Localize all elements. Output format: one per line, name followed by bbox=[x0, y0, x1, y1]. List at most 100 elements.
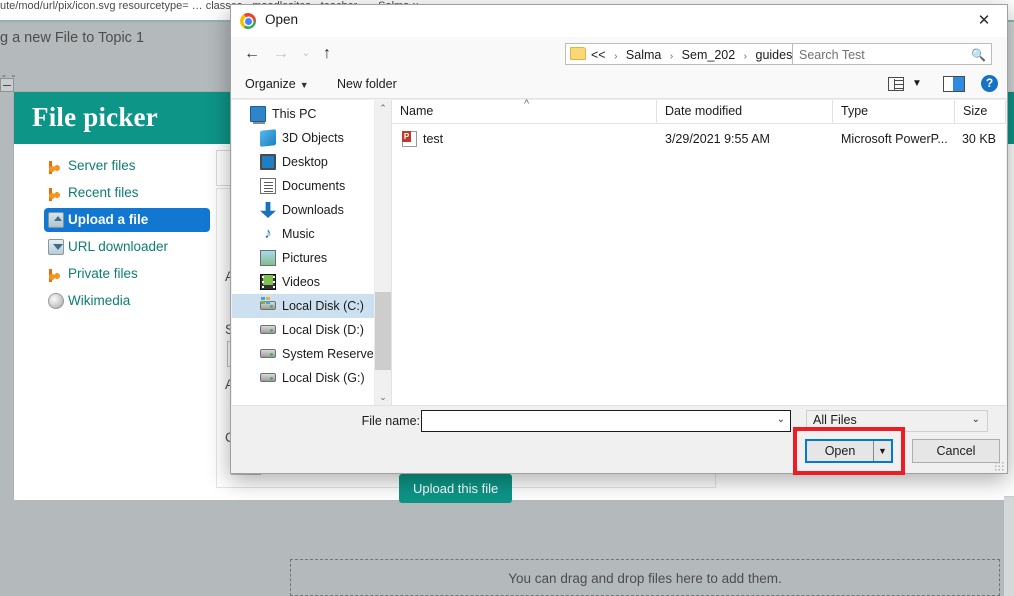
scroll-up-icon[interactable]: ⌃ bbox=[375, 100, 391, 116]
organize-label: Organize bbox=[245, 77, 296, 91]
search-input[interactable]: Search Test 🔍 bbox=[792, 43, 992, 65]
sidebar-item-label: URL downloader bbox=[68, 239, 169, 254]
up-icon[interactable]: ↑ bbox=[316, 43, 338, 65]
sidebar-item-label: Upload a file bbox=[68, 212, 149, 227]
dialog-title-bar: Open ✕ bbox=[231, 5, 1007, 37]
sidebar-item-label: Private files bbox=[68, 266, 138, 281]
screen-root: ute/mod/url/pix/icon.svg resourcetype= …… bbox=[0, 0, 1014, 596]
music-icon: ♪ bbox=[264, 225, 272, 242]
scrollbar-thumb[interactable] bbox=[375, 292, 391, 370]
tree-item-local-disk-g[interactable]: Local Disk (G:) bbox=[232, 366, 390, 390]
drag-drop-zone[interactable]: You can drag and drop files here to add … bbox=[290, 559, 1000, 596]
tree-item-system-reserved[interactable]: System Reserved bbox=[232, 342, 390, 366]
sidebar-item-label: Server files bbox=[68, 158, 136, 173]
breadcrumb-separator: › bbox=[669, 51, 674, 62]
tree-item-desktop[interactable]: Desktop bbox=[232, 150, 390, 174]
view-options-icon[interactable] bbox=[888, 77, 904, 91]
tree-item-local-disk-d[interactable]: Local Disk (D:) bbox=[232, 318, 390, 342]
cancel-button[interactable]: Cancel bbox=[912, 439, 1000, 463]
column-header-date-modified[interactable]: Date modified bbox=[657, 100, 833, 123]
tree-item-this-pc[interactable]: This PC bbox=[232, 102, 390, 126]
column-headers: Name Date modified Type Size bbox=[392, 93, 1006, 124]
breadcrumb-item-guides[interactable]: guides bbox=[755, 48, 794, 62]
tree-scrollbar[interactable]: ⌃ ⌄ bbox=[374, 100, 391, 405]
column-header-type[interactable]: Type bbox=[833, 100, 955, 123]
file-type-value: All Files bbox=[813, 413, 857, 427]
tree-item-label: Local Disk (G:) bbox=[282, 371, 365, 385]
open-file-dialog: Open ✕ ← → ⌄ ↑ << › Salma › Sem_202 › gu… bbox=[230, 4, 1008, 474]
cell-size: 30 KB bbox=[961, 132, 996, 146]
moodle-icon bbox=[48, 185, 64, 201]
tree-item-local-disk-c[interactable]: Local Disk (C:) bbox=[232, 294, 390, 318]
close-icon[interactable]: ✕ bbox=[961, 5, 1007, 36]
help-icon[interactable]: ? bbox=[981, 75, 998, 92]
open-split-caret-icon[interactable]: ▼ bbox=[873, 441, 891, 461]
sidebar-item-wikimedia[interactable]: Wikimedia bbox=[44, 289, 210, 313]
search-icon: 🔍 bbox=[971, 48, 986, 62]
sidebar-item-upload-a-file[interactable]: Upload a file bbox=[44, 208, 210, 232]
download-icon bbox=[48, 239, 64, 255]
sidebar-item-label: Wikimedia bbox=[68, 293, 131, 308]
preview-pane-icon[interactable] bbox=[943, 76, 965, 92]
file-name-input[interactable]: ⌄ bbox=[421, 410, 791, 432]
tree-item-label: Downloads bbox=[282, 203, 344, 217]
sidebar-item-label: Recent files bbox=[68, 185, 139, 200]
open-button[interactable]: Open ▼ bbox=[805, 439, 893, 463]
tree-item-3d-objects[interactable]: 3D Objects bbox=[232, 126, 390, 150]
sidebar-item-recent-files[interactable]: Recent files bbox=[44, 181, 210, 205]
dialog-title: Open bbox=[265, 12, 299, 27]
scroll-down-icon[interactable]: ⌄ bbox=[375, 389, 391, 405]
tree-item-label: 3D Objects bbox=[282, 131, 344, 145]
disk-icon bbox=[260, 325, 276, 334]
tree-item-pictures[interactable]: Pictures bbox=[232, 246, 390, 270]
tree-item-music[interactable]: ♪ Music bbox=[232, 222, 390, 246]
breadcrumb-item-sem202[interactable]: Sem_202 bbox=[681, 48, 737, 62]
section-collapse-toggle[interactable] bbox=[0, 78, 14, 92]
column-header-size[interactable]: Size bbox=[955, 100, 1006, 123]
back-icon[interactable]: ← bbox=[241, 43, 263, 65]
tree-item-documents[interactable]: Documents bbox=[232, 174, 390, 198]
disk-icon bbox=[260, 349, 276, 358]
disk-c-icon bbox=[260, 297, 276, 310]
navigation-tree: This PC 3D Objects Desktop Documents Dow… bbox=[232, 100, 390, 405]
tree-item-label: System Reserved bbox=[282, 347, 381, 361]
chrome-icon bbox=[240, 13, 256, 29]
tree-item-label: Desktop bbox=[282, 155, 328, 169]
tree-item-videos[interactable]: Videos bbox=[232, 270, 390, 294]
table-row[interactable]: test 3/29/2021 9:55 AM Microsoft PowerP.… bbox=[392, 128, 1006, 150]
tree-item-downloads[interactable]: Downloads bbox=[232, 198, 390, 222]
chevron-down-icon[interactable]: ⌄ bbox=[972, 414, 980, 425]
picture-icon bbox=[260, 250, 276, 266]
folder-icon bbox=[570, 47, 586, 60]
tree-item-label: Local Disk (D:) bbox=[282, 323, 364, 337]
file-picker-sidebar: Server files Recent files Upload a file … bbox=[14, 144, 210, 496]
tree-item-label: Videos bbox=[282, 275, 320, 289]
tree-item-label: This PC bbox=[272, 107, 317, 121]
sidebar-item-url-downloader[interactable]: URL downloader bbox=[44, 235, 210, 259]
breadcrumb-prefix: << bbox=[591, 48, 606, 62]
breadcrumb-separator: › bbox=[614, 51, 618, 62]
file-list: Name Date modified Type Size test 3/29/2… bbox=[392, 93, 1006, 405]
upload-this-file-button[interactable]: Upload this file bbox=[399, 474, 513, 503]
new-folder-button[interactable]: New folder bbox=[337, 75, 397, 93]
globe-icon bbox=[48, 293, 64, 309]
sidebar-item-server-files[interactable]: Server files bbox=[44, 154, 210, 178]
download-icon bbox=[260, 202, 276, 218]
tree-item-label: Local Disk (C:) bbox=[282, 299, 364, 313]
organize-button[interactable]: Organize ▼ bbox=[245, 75, 309, 93]
sidebar-item-private-files[interactable]: Private files bbox=[44, 262, 210, 286]
page-title: File picker bbox=[32, 102, 158, 132]
open-button-label: Open bbox=[824, 444, 856, 458]
cell-date-modified: 3/29/2021 9:55 AM bbox=[665, 132, 770, 146]
breadcrumb-item-salma[interactable]: Salma bbox=[625, 48, 662, 62]
tree-item-label: Pictures bbox=[282, 251, 328, 265]
document-icon bbox=[260, 178, 276, 194]
column-header-name[interactable]: Name bbox=[392, 93, 657, 123]
search-placeholder: Search Test bbox=[799, 48, 865, 62]
command-bar: Organize ▼ New folder ▼ ? bbox=[231, 69, 1007, 99]
recent-locations-icon[interactable]: ⌄ bbox=[295, 43, 317, 65]
file-name-label: File name: bbox=[361, 414, 420, 428]
chevron-down-icon[interactable]: ▼ bbox=[912, 79, 922, 89]
chevron-down-icon[interactable]: ⌄ bbox=[777, 414, 785, 425]
powerpoint-icon bbox=[402, 131, 417, 147]
